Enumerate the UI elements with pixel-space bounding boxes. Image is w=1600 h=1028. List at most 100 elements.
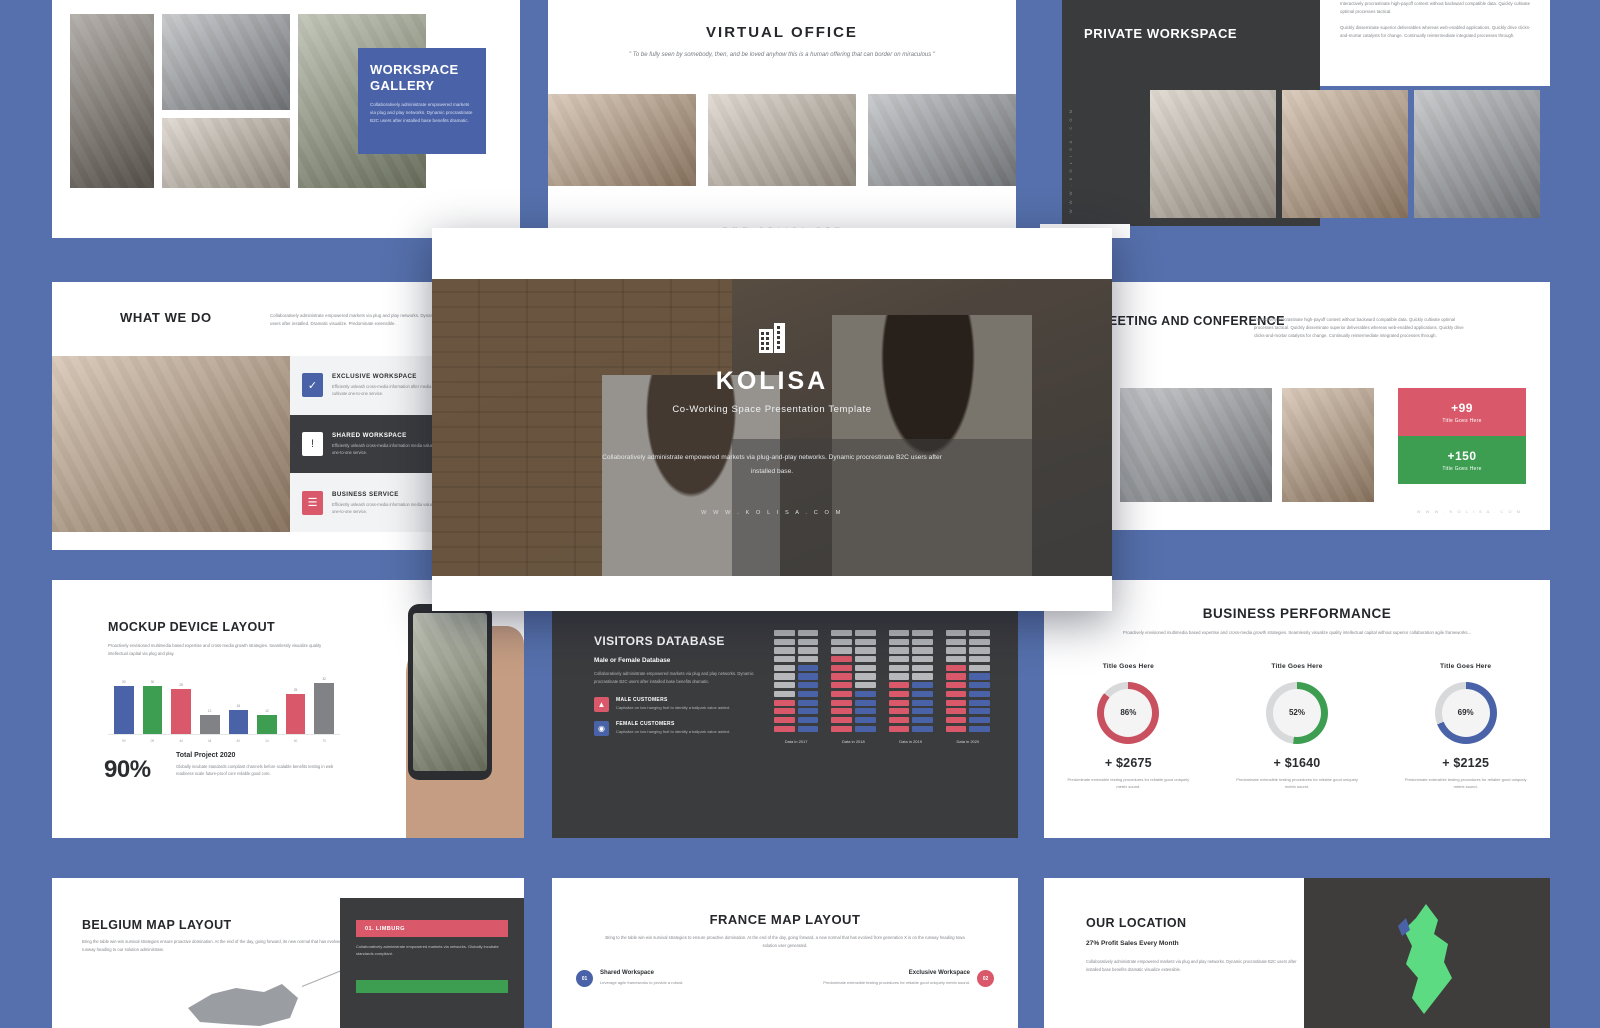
bar-group: Data in 2018 — [831, 630, 876, 744]
slide-private-workspace[interactable]: PRIVATE WORKSPACE W W W . K O L I S A . … — [1040, 0, 1550, 238]
bar — [257, 714, 277, 734]
uk-map-graphic — [1378, 900, 1474, 1020]
donut-chart-row: Title Goes Here 86% + $2675 Predominate ext… — [1044, 663, 1550, 791]
x-tick-label: 44 — [207, 739, 212, 743]
group-label: Data in 2019 — [899, 738, 922, 744]
bar-segment — [969, 716, 990, 724]
virtual-office-photos — [548, 94, 1016, 186]
bar-segment — [797, 682, 819, 689]
bar-segment — [797, 690, 819, 698]
point-number: 02 — [977, 970, 994, 987]
legend-label: FEMALE CUSTOMERS — [616, 720, 675, 727]
bar-segment — [945, 647, 967, 654]
region-badge-secondary[interactable] — [356, 979, 508, 993]
slide-belgium-map[interactable]: BELGIUM MAP LAYOUT Bring the table win-w… — [52, 878, 524, 1028]
meeting-photo — [1120, 388, 1272, 502]
hero-content: KOLISA Co-Working Space Presentation Tem… — [432, 228, 1112, 611]
segmented-bar — [831, 630, 852, 732]
bar-segment — [797, 716, 819, 724]
bar-value-label: 25 — [293, 688, 298, 692]
bar-segment — [912, 699, 933, 706]
belgium-map-shape — [178, 978, 308, 1028]
belgium-info-panel: 01. LIMBURG Collaboratively administrate… — [340, 898, 524, 1028]
bar-segment — [774, 725, 795, 732]
performance-cell[interactable]: Title Goes Here 69% + $2125 Predominate ext… — [1381, 663, 1550, 791]
meeting-footer-url: W W W . K O L I S A . C O M — [1416, 509, 1522, 514]
france-point-02[interactable]: 02 Exclusive Workspace Predominate exten… — [804, 970, 994, 987]
location-title: OUR LOCATION — [1086, 916, 1187, 930]
slide-mockup-device-layout[interactable]: MOCKUP DEVICE LAYOUT Proactively envisio… — [52, 580, 524, 838]
bar-value-label: 32 — [322, 676, 327, 681]
bar-segment — [831, 656, 852, 663]
bar-segment — [912, 690, 933, 698]
bar-value-label: 12 — [207, 708, 212, 713]
legend-item-female[interactable]: ◉ FEMALE CUSTOMERS Capitalize on low han… — [594, 720, 754, 736]
slide-our-location[interactable]: OUR LOCATION 27% Profit Sales Every Mont… — [1044, 878, 1550, 1028]
bar-segment — [945, 725, 967, 732]
bar-segment — [774, 638, 795, 645]
office-building-icon — [759, 323, 785, 358]
bar-segment — [797, 656, 819, 663]
hero-url: W W W . K O L I S A . C O M — [701, 509, 843, 516]
mockup-title: MOCKUP DEVICE LAYOUT — [108, 620, 276, 634]
slide-virtual-office[interactable]: VIRTUAL OFFICE " To be fully seen by som… — [548, 0, 1016, 238]
private-workspace-title: PRIVATE WORKSPACE — [1084, 26, 1238, 41]
slide-business-performance[interactable]: BUSINESS PERFORMANCE Proactively envisio… — [1044, 580, 1550, 838]
featured-title-slide[interactable]: KOLISA Co-Working Space Presentation Tem… — [432, 228, 1112, 611]
bar-segment — [888, 673, 910, 680]
bar-group: Data in 2020 — [945, 630, 990, 744]
bar-segment — [854, 647, 876, 654]
performance-cell[interactable]: Title Goes Here 86% + $2675 Predominate ext… — [1044, 663, 1213, 791]
bar-segment — [912, 725, 933, 732]
private-workspace-paragraph-1: Interactively procrastinate high-payoff … — [1340, 1, 1531, 15]
hero-tagline: Co-Working Space Presentation Template — [672, 404, 872, 416]
stat-card-150[interactable]: +150 Title Goes Here — [1398, 436, 1526, 484]
location-photo — [1304, 878, 1550, 1028]
performance-title: BUSINESS PERFORMANCE — [1202, 606, 1392, 621]
region-badge-limburg[interactable]: 01. LIMBURG — [356, 920, 508, 937]
belgium-body: Bring the table win-win survival strateg… — [82, 939, 352, 952]
slide-france-map[interactable]: FRANCE MAP LAYOUT Bring to the table win… — [552, 878, 1018, 1028]
bar — [114, 686, 134, 734]
bar-segment — [912, 682, 933, 689]
bar-column: 25 — [285, 668, 306, 734]
slide-meeting-conference[interactable]: MEETING AND CONFERENCE Interactively pro… — [1086, 282, 1550, 530]
bar-segment — [888, 647, 910, 654]
mockup-sub-title: Total Project 2020 — [176, 752, 236, 759]
bar-segment — [797, 673, 819, 680]
stat-card-99[interactable]: +99 Title Goes Here — [1398, 388, 1526, 436]
map-icon — [1398, 904, 1452, 1014]
legend-text: Capitalize on low hanging fruit to ident… — [616, 704, 731, 710]
bar-segment — [888, 716, 910, 724]
bar-segment — [831, 682, 852, 689]
france-point-01[interactable]: 01 Shared Workspace Leverage agile frame… — [576, 970, 766, 987]
group-label: Data in 2018 — [842, 738, 865, 744]
donut-title: Title Goes Here — [1440, 662, 1492, 670]
legend-item-male[interactable]: ▲ MALE CUSTOMERS Capitalize on low hangi… — [594, 696, 754, 712]
slide-workspace-gallery[interactable]: WORKSPACE GALLERY Collaboratively admini… — [52, 0, 520, 238]
france-title: FRANCE MAP LAYOUT — [709, 912, 861, 927]
performance-cell[interactable]: Title Goes Here 52% + $1640 Predominate ext… — [1213, 663, 1382, 791]
bar-column: 32 — [314, 668, 334, 734]
bar-segment — [774, 716, 795, 724]
slide-visitors-database[interactable]: VISITORS DATABASE Male or Female Databas… — [552, 608, 1018, 838]
bar-column: 30 — [142, 668, 163, 734]
bar-segment — [888, 708, 910, 715]
segmented-bar — [888, 630, 910, 732]
office-photo — [868, 94, 1016, 186]
private-workspace-vertical-url: W W W . K O L I S A . C O M — [1068, 108, 1073, 214]
bar-segment — [969, 647, 990, 654]
male-customers-icon: ▲ — [594, 696, 609, 712]
visitors-subtitle: Male or Female Database — [594, 657, 671, 665]
team-photo — [52, 356, 290, 532]
gallery-photo — [162, 14, 290, 110]
list-clipboard-icon: ☰ — [302, 490, 323, 515]
gallery-photo — [70, 14, 154, 188]
point-name: Shared Workspace — [600, 970, 654, 976]
bar-segment — [774, 630, 795, 637]
meeting-photos — [1120, 388, 1374, 502]
bar — [285, 694, 306, 734]
bar-segment — [945, 664, 967, 672]
mockup-subsection: Total Project 2020 Globally incubate sta… — [176, 752, 340, 778]
phone-screen-photo — [413, 613, 487, 771]
